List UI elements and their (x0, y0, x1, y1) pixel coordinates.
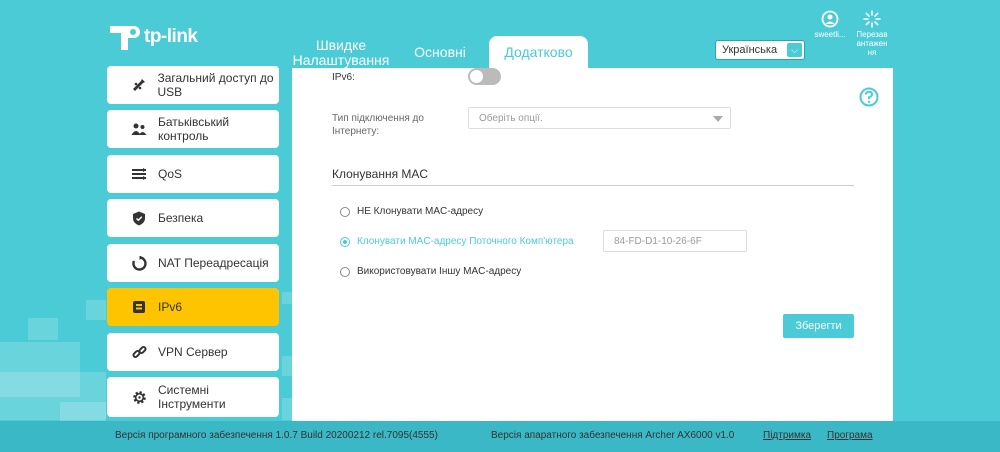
tab-basic[interactable]: Основні (405, 45, 475, 60)
support-link[interactable]: Підтримка (763, 430, 811, 441)
language-select[interactable]: Українська ⌵ (715, 40, 805, 60)
tp-link-logo[interactable]: tp-link (108, 20, 198, 54)
reboot-button[interactable]: Перезав антажен ня (852, 10, 892, 57)
app-link[interactable]: Програма (827, 430, 873, 441)
decor-square (282, 356, 292, 376)
section-divider (332, 185, 854, 186)
user-label: sweetli... (814, 30, 846, 39)
sidebar-item-label: VPN Сервер (158, 345, 228, 359)
tab-advanced-label: Додатково (504, 44, 573, 60)
connection-type-label: Тип підключення до Інтернету: (332, 113, 424, 137)
decor-square (86, 300, 106, 320)
vpn-icon (129, 345, 149, 360)
help-icon[interactable] (859, 87, 879, 112)
reboot-label: Перезав антажен ня (856, 30, 888, 57)
sidebar-item-label: QoS (158, 167, 183, 181)
logo-text: tp-link (144, 26, 198, 47)
decor-square (28, 318, 58, 340)
decor-square (282, 292, 292, 304)
ipv6-icon (129, 300, 149, 314)
sidebar-item-usb[interactable]: Загальний доступ до USB (107, 66, 279, 104)
decor-square (60, 402, 106, 421)
radio-button[interactable] (340, 266, 350, 277)
mac-clone-title: Клонування MAC (332, 167, 429, 181)
sidebar-item-label: Безпека (158, 211, 204, 225)
radio-button[interactable] (340, 236, 350, 247)
user-icon (821, 10, 839, 28)
save-button[interactable]: Зберегти (783, 314, 854, 338)
chevron-down-icon: ⌵ (787, 43, 802, 57)
sidebar-item-parental-control[interactable]: Батьківський контроль (107, 110, 279, 148)
tp-link-logo-icon (110, 26, 140, 50)
qos-icon (129, 168, 149, 180)
firmware-version: Версія програмного забезпечення 1.0.7 Bu… (115, 430, 438, 441)
sidebar-item-nat-forwarding[interactable]: NAT Переадресація (107, 244, 279, 282)
connection-type-select[interactable]: Оберіть опції. (468, 107, 731, 129)
ipv6-label: IPv6: (332, 72, 355, 83)
gear-icon (129, 390, 149, 405)
tab-basic-label: Основні (414, 44, 466, 60)
sidebar-item-label: NAT Переадресація (158, 256, 269, 270)
radio-no-clone[interactable]: НЕ Клонувати MAC-адресу (340, 206, 483, 217)
sidebar-item-qos[interactable]: QoS (107, 155, 279, 193)
sidebar-item-label: Загальний доступ до USB (157, 71, 274, 99)
language-value: Українська (722, 44, 778, 56)
radio-clone-current[interactable]: Клонувати MAC-адресу Поточного Комп'ютер… (340, 236, 574, 247)
decor-square (282, 398, 292, 420)
sidebar-item-label: Системні Інструменти (158, 383, 226, 411)
tab-advanced[interactable]: Додатково (489, 36, 588, 68)
usb-icon (129, 78, 148, 92)
sidebar-item-security[interactable]: Безпека (107, 199, 279, 237)
radio-label: Використовувати Іншу MAC-адресу (357, 266, 522, 277)
sidebar-item-vpn-server[interactable]: VPN Сервер (107, 333, 279, 371)
sidebar-item-system-tools[interactable]: Системні Інструменти (107, 377, 279, 417)
sidebar-item-label: IPv6 (158, 300, 183, 314)
tab-quick-setup[interactable]: Швидке Налаштування (290, 38, 392, 68)
nat-icon (129, 255, 149, 271)
reboot-icon (863, 10, 881, 28)
sidebar-item-ipv6[interactable]: IPv6 (107, 288, 279, 326)
sidebar-item-label: Батьківський контроль (158, 115, 230, 143)
radio-button[interactable] (340, 206, 350, 217)
ipv6-toggle[interactable] (468, 68, 501, 85)
connection-type-placeholder: Оберіть опції. (479, 113, 543, 124)
tab-quick-setup-label: Швидке Налаштування (292, 37, 390, 68)
radio-label: Клонувати MAC-адресу Поточного Комп'ютер… (357, 236, 574, 247)
mac-address-field[interactable]: 84-FD-D1-10-26-6F (603, 230, 747, 252)
parental-control-icon (129, 122, 149, 136)
radio-label: НЕ Клонувати MAC-адресу (357, 206, 484, 217)
hardware-version: Версія апаратного забезпечення Archer AX… (491, 430, 735, 441)
caret-down-icon (713, 116, 723, 122)
radio-custom-mac[interactable]: Використовувати Іншу MAC-адресу (340, 266, 521, 277)
shield-icon (129, 211, 149, 226)
user-account-button[interactable]: sweetli... (812, 10, 848, 39)
mac-address-value: 84-FD-D1-10-26-6F (614, 236, 702, 247)
